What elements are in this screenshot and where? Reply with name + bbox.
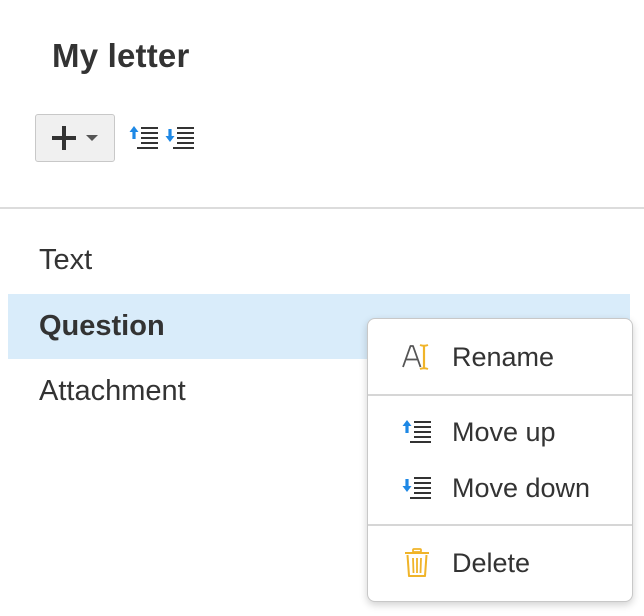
list-item-label: Attachment [39, 375, 186, 407]
trash-icon [400, 546, 434, 580]
menu-item-delete[interactable]: Delete [368, 536, 632, 590]
menu-item-label: Delete [452, 547, 531, 578]
menu-item-move-down[interactable]: Move down [368, 461, 632, 515]
add-button[interactable] [35, 114, 115, 162]
context-menu: Rename Move up Move down Delete [367, 318, 633, 602]
toolbar [35, 112, 197, 164]
page-title: My letter [52, 37, 190, 74]
list-item-label: Question [39, 310, 165, 342]
list-item-label: Text [39, 244, 93, 276]
menu-divider [368, 524, 632, 526]
move-down-icon [165, 127, 194, 149]
move-up-icon [400, 415, 434, 449]
rename-icon [400, 340, 434, 374]
list-item-text[interactable]: Text [8, 228, 630, 293]
menu-item-move-up[interactable]: Move up [368, 405, 632, 459]
menu-item-label: Move up [452, 416, 556, 447]
move-down-icon [400, 471, 434, 505]
move-down-button[interactable] [163, 121, 197, 155]
caret-down-icon [86, 135, 98, 141]
plus-icon [52, 126, 76, 150]
move-up-icon [129, 126, 158, 149]
menu-item-label: Rename [452, 341, 555, 372]
menu-divider [368, 394, 632, 396]
move-up-button[interactable] [127, 121, 161, 155]
divider [0, 207, 644, 209]
menu-item-label: Move down [452, 472, 591, 503]
menu-item-rename[interactable]: Rename [368, 330, 632, 384]
